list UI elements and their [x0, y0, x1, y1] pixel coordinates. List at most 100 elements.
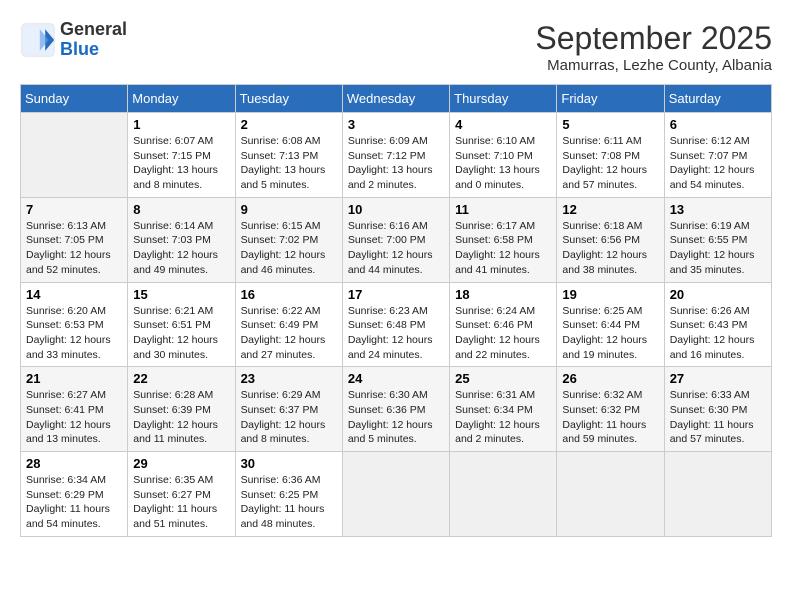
calendar-cell: 10 Sunrise: 6:16 AMSunset: 7:00 PMDayligh…: [342, 197, 449, 282]
day-info: Sunrise: 6:24 AMSunset: 6:46 PMDaylight:…: [455, 304, 551, 363]
day-number: 15: [133, 287, 229, 302]
week-row-1: 1 Sunrise: 6:07 AMSunset: 7:15 PMDaylight…: [21, 113, 772, 198]
day-info: Sunrise: 6:31 AMSunset: 6:34 PMDaylight:…: [455, 388, 551, 447]
day-info: Sunrise: 6:26 AMSunset: 6:43 PMDaylight:…: [670, 304, 766, 363]
calendar-cell: 30 Sunrise: 6:36 AMSunset: 6:25 PMDayligh…: [235, 452, 342, 537]
week-row-5: 28Sunrise: 6:34 AMSunset: 6:29 PMDayligh…: [21, 452, 772, 537]
logo-icon: [20, 22, 56, 58]
day-number: 25: [455, 371, 551, 386]
weekday-header-saturday: Saturday: [664, 85, 771, 113]
day-info: Sunrise: 6:08 AMSunset: 7:13 PMDaylight:…: [241, 134, 337, 193]
day-number: 30: [241, 456, 337, 471]
day-number: 7: [26, 202, 122, 217]
calendar-cell: [664, 452, 771, 537]
calendar-cell: 11 Sunrise: 6:17 AMSunset: 6:58 PMDayligh…: [450, 197, 557, 282]
calendar-cell: 5Sunrise: 6:11 AMSunset: 7:08 PMDaylight…: [557, 113, 664, 198]
calendar-cell: 9Sunrise: 6:15 AMSunset: 7:02 PMDaylight…: [235, 197, 342, 282]
logo-general: General: [60, 20, 127, 40]
calendar-cell: 26 Sunrise: 6:32 AMSunset: 6:32 PMDayligh…: [557, 367, 664, 452]
calendar-cell: 8 Sunrise: 6:14 AMSunset: 7:03 PMDaylight…: [128, 197, 235, 282]
logo-text: General Blue: [60, 20, 127, 60]
day-number: 1: [133, 117, 229, 132]
day-info: Sunrise: 6:18 AMSunset: 6:56 PMDaylight:…: [562, 219, 658, 278]
day-number: 16: [241, 287, 337, 302]
day-number: 23: [241, 371, 337, 386]
day-info: Sunrise: 6:22 AMSunset: 6:49 PMDaylight:…: [241, 304, 337, 363]
day-info: Sunrise: 6:21 AMSunset: 6:51 PMDaylight:…: [133, 304, 229, 363]
logo-blue: Blue: [60, 40, 127, 60]
week-row-3: 14Sunrise: 6:20 AMSunset: 6:53 PMDayligh…: [21, 282, 772, 367]
calendar-cell: 13 Sunrise: 6:19 AMSunset: 6:55 PMDayligh…: [664, 197, 771, 282]
day-info: Sunrise: 6:19 AMSunset: 6:55 PMDaylight:…: [670, 219, 766, 278]
day-info: Sunrise: 6:16 AMSunset: 7:00 PMDaylight:…: [348, 219, 444, 278]
day-number: 26: [562, 371, 658, 386]
calendar-cell: 21 Sunrise: 6:27 AMSunset: 6:41 PMDayligh…: [21, 367, 128, 452]
month-title: September 2025: [535, 20, 772, 57]
calendar-cell: 22 Sunrise: 6:28 AMSunset: 6:39 PMDayligh…: [128, 367, 235, 452]
calendar-cell: 3Sunrise: 6:09 AMSunset: 7:12 PMDaylight…: [342, 113, 449, 198]
calendar-cell: 29Sunrise: 6:35 AMSunset: 6:27 PMDayligh…: [128, 452, 235, 537]
day-number: 10: [348, 202, 444, 217]
day-info: Sunrise: 6:12 AMSunset: 7:07 PMDaylight:…: [670, 134, 766, 193]
day-info: Sunrise: 6:36 AMSunset: 6:25 PMDaylight:…: [241, 473, 337, 532]
day-info: Sunrise: 6:35 AMSunset: 6:27 PMDaylight:…: [133, 473, 229, 532]
calendar-cell: 7Sunrise: 6:13 AMSunset: 7:05 PMDaylight…: [21, 197, 128, 282]
calendar-cell: 15 Sunrise: 6:21 AMSunset: 6:51 PMDayligh…: [128, 282, 235, 367]
weekday-header-friday: Friday: [557, 85, 664, 113]
day-info: Sunrise: 6:07 AMSunset: 7:15 PMDaylight:…: [133, 134, 229, 193]
day-info: Sunrise: 6:25 AMSunset: 6:44 PMDaylight:…: [562, 304, 658, 363]
calendar-cell: 25 Sunrise: 6:31 AMSunset: 6:34 PMDayligh…: [450, 367, 557, 452]
week-row-4: 21 Sunrise: 6:27 AMSunset: 6:41 PMDayligh…: [21, 367, 772, 452]
day-number: 3: [348, 117, 444, 132]
day-number: 18: [455, 287, 551, 302]
day-info: Sunrise: 6:17 AMSunset: 6:58 PMDaylight:…: [455, 219, 551, 278]
day-number: 6: [670, 117, 766, 132]
calendar-cell: 19 Sunrise: 6:25 AMSunset: 6:44 PMDayligh…: [557, 282, 664, 367]
calendar-cell: 2 Sunrise: 6:08 AMSunset: 7:13 PMDaylight…: [235, 113, 342, 198]
calendar-cell: [450, 452, 557, 537]
calendar-cell: 18 Sunrise: 6:24 AMSunset: 6:46 PMDayligh…: [450, 282, 557, 367]
day-info: Sunrise: 6:20 AMSunset: 6:53 PMDaylight:…: [26, 304, 122, 363]
calendar-cell: 27Sunrise: 6:33 AMSunset: 6:30 PMDayligh…: [664, 367, 771, 452]
calendar-cell: 1 Sunrise: 6:07 AMSunset: 7:15 PMDaylight…: [128, 113, 235, 198]
day-info: Sunrise: 6:34 AMSunset: 6:29 PMDaylight:…: [26, 473, 122, 532]
day-info: Sunrise: 6:27 AMSunset: 6:41 PMDaylight:…: [26, 388, 122, 447]
day-number: 21: [26, 371, 122, 386]
day-number: 8: [133, 202, 229, 217]
day-info: Sunrise: 6:30 AMSunset: 6:36 PMDaylight:…: [348, 388, 444, 447]
day-number: 11: [455, 202, 551, 217]
day-number: 4: [455, 117, 551, 132]
title-block: September 2025 Mamurras, Lezhe County, A…: [535, 20, 772, 74]
day-info: Sunrise: 6:14 AMSunset: 7:03 PMDaylight:…: [133, 219, 229, 278]
day-number: 24: [348, 371, 444, 386]
calendar-cell: 23 Sunrise: 6:29 AMSunset: 6:37 PMDayligh…: [235, 367, 342, 452]
day-number: 13: [670, 202, 766, 217]
calendar-cell: 28Sunrise: 6:34 AMSunset: 6:29 PMDayligh…: [21, 452, 128, 537]
location-subtitle: Mamurras, Lezhe County, Albania: [535, 57, 772, 74]
day-number: 2: [241, 117, 337, 132]
day-info: Sunrise: 6:29 AMSunset: 6:37 PMDaylight:…: [241, 388, 337, 447]
day-number: 19: [562, 287, 658, 302]
day-number: 12: [562, 202, 658, 217]
day-number: 22: [133, 371, 229, 386]
day-number: 17: [348, 287, 444, 302]
calendar-cell: 24 Sunrise: 6:30 AMSunset: 6:36 PMDayligh…: [342, 367, 449, 452]
week-row-2: 7Sunrise: 6:13 AMSunset: 7:05 PMDaylight…: [21, 197, 772, 282]
day-number: 20: [670, 287, 766, 302]
calendar-cell: 20 Sunrise: 6:26 AMSunset: 6:43 PMDayligh…: [664, 282, 771, 367]
calendar-table: SundayMondayTuesdayWednesdayThursdayFrid…: [20, 84, 772, 537]
day-number: 5: [562, 117, 658, 132]
day-info: Sunrise: 6:23 AMSunset: 6:48 PMDaylight:…: [348, 304, 444, 363]
calendar-cell: 17 Sunrise: 6:23 AMSunset: 6:48 PMDayligh…: [342, 282, 449, 367]
weekday-header-monday: Monday: [128, 85, 235, 113]
weekday-header-tuesday: Tuesday: [235, 85, 342, 113]
calendar-cell: [342, 452, 449, 537]
day-info: Sunrise: 6:32 AMSunset: 6:32 PMDaylight:…: [562, 388, 658, 447]
page-header: General Blue September 2025 Mamurras, Le…: [20, 20, 772, 74]
calendar-cell: 12 Sunrise: 6:18 AMSunset: 6:56 PMDayligh…: [557, 197, 664, 282]
calendar-cell: 16 Sunrise: 6:22 AMSunset: 6:49 PMDayligh…: [235, 282, 342, 367]
weekday-header-thursday: Thursday: [450, 85, 557, 113]
day-info: Sunrise: 6:15 AMSunset: 7:02 PMDaylight:…: [241, 219, 337, 278]
calendar-cell: [557, 452, 664, 537]
day-info: Sunrise: 6:28 AMSunset: 6:39 PMDaylight:…: [133, 388, 229, 447]
